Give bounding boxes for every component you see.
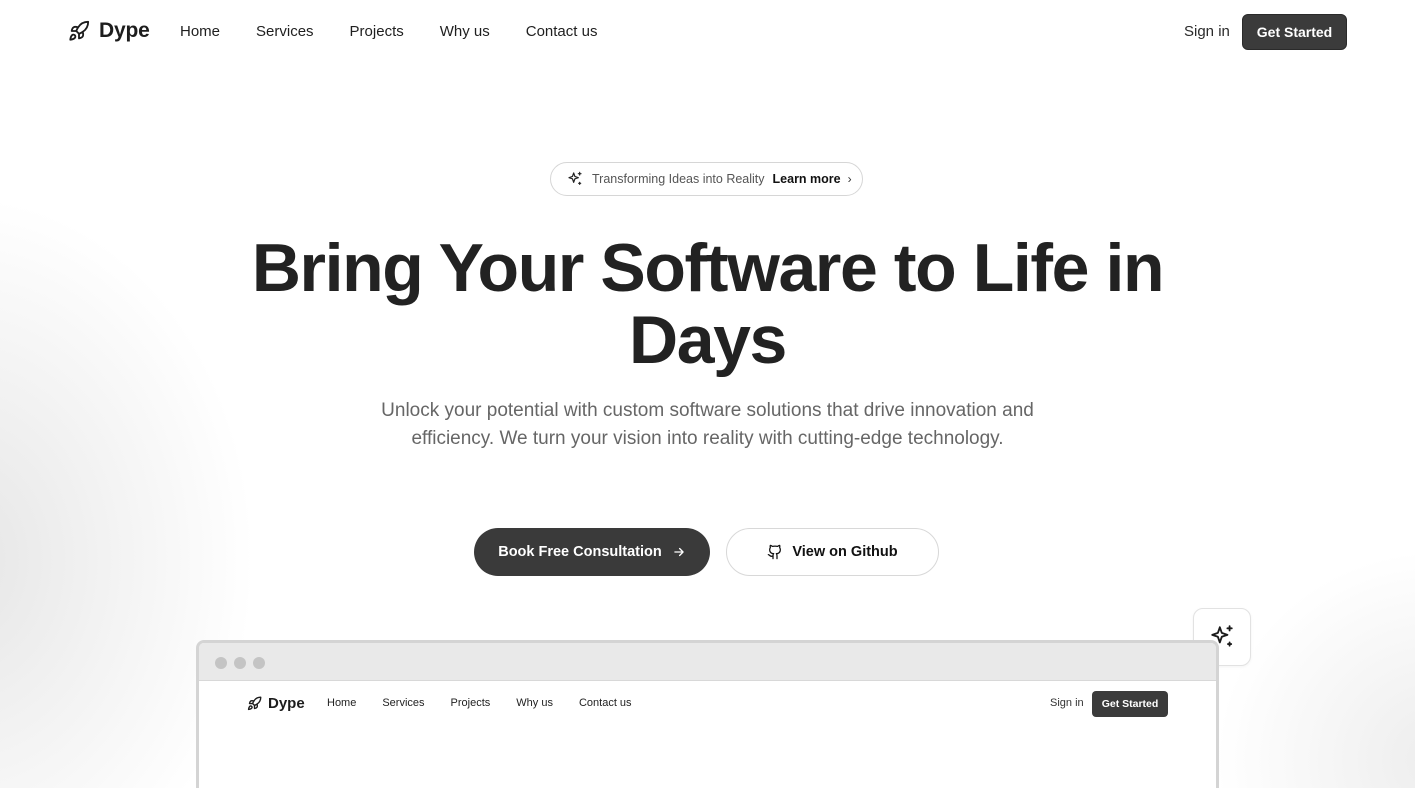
brand-name: Dype <box>99 19 150 42</box>
preview-get-started: Get Started <box>1092 691 1168 717</box>
github-icon <box>768 544 782 560</box>
get-started-button[interactable]: Get Started <box>1242 14 1347 50</box>
rocket-icon <box>69 20 90 41</box>
preview-nav: Dype Home Services Projects Why us Conta… <box>199 681 1216 731</box>
window-dot-close <box>215 657 227 669</box>
nav-link-why-us[interactable]: Why us <box>440 23 490 40</box>
browser-preview: Dype Home Services Projects Why us Conta… <box>196 640 1219 788</box>
nav-link-home[interactable]: Home <box>180 23 220 40</box>
window-dot-maximize <box>253 657 265 669</box>
window-dot-minimize <box>234 657 246 669</box>
brand-logo[interactable]: Dype <box>68 19 150 43</box>
nav-link-services[interactable]: Services <box>256 23 314 40</box>
chevron-right-icon: › <box>847 172 852 186</box>
preview-nav-why-us: Why us <box>516 697 553 709</box>
view-github-button[interactable]: View on Github <box>726 528 939 576</box>
announcement-badge[interactable]: Transforming Ideas into Reality Learn mo… <box>550 162 863 196</box>
hero-title-line-2: Days <box>629 302 787 378</box>
landing-page: Dype Home Services Projects Why us Conta… <box>0 0 1415 788</box>
book-consultation-button[interactable]: Book Free Consultation <box>474 528 710 576</box>
preview-brand-name: Dype <box>268 695 305 712</box>
preview-nav-services: Services <box>382 697 425 709</box>
view-github-label: View on Github <box>792 544 898 560</box>
nav-link-contact-us[interactable]: Contact us <box>526 23 598 40</box>
rocket-icon <box>247 696 262 711</box>
nav-links: Home Services Projects Why us Contact us <box>180 23 633 40</box>
book-consultation-label: Book Free Consultation <box>498 544 662 560</box>
browser-title-bar <box>199 643 1216 681</box>
sign-in-link[interactable]: Sign in <box>1184 23 1230 40</box>
top-nav: Dype Home Services Projects Why us Conta… <box>0 14 1415 50</box>
preview-nav-home: Home <box>327 697 357 709</box>
preview-nav-contact-us: Contact us <box>578 697 632 709</box>
preview-sign-in: Sign in <box>1050 697 1084 709</box>
preview-brand: Dype <box>247 695 305 712</box>
arrow-right-icon <box>674 547 684 557</box>
badge-text: Transforming Ideas into Reality <box>592 172 765 186</box>
nav-link-projects[interactable]: Projects <box>350 23 404 40</box>
hero-subtitle: Unlock your potential with custom softwa… <box>381 400 1034 449</box>
learn-more-link[interactable]: Learn more <box>773 172 841 186</box>
sparkles-icon <box>568 171 582 185</box>
preview-nav-links: Home Services Projects Why us Contact us <box>327 697 658 709</box>
hero-title: Bring Your Software to Life in Days <box>0 232 1415 376</box>
hero-title-line-1: Bring Your Software to Life in <box>251 230 1165 306</box>
preview-nav-projects: Projects <box>450 697 491 709</box>
